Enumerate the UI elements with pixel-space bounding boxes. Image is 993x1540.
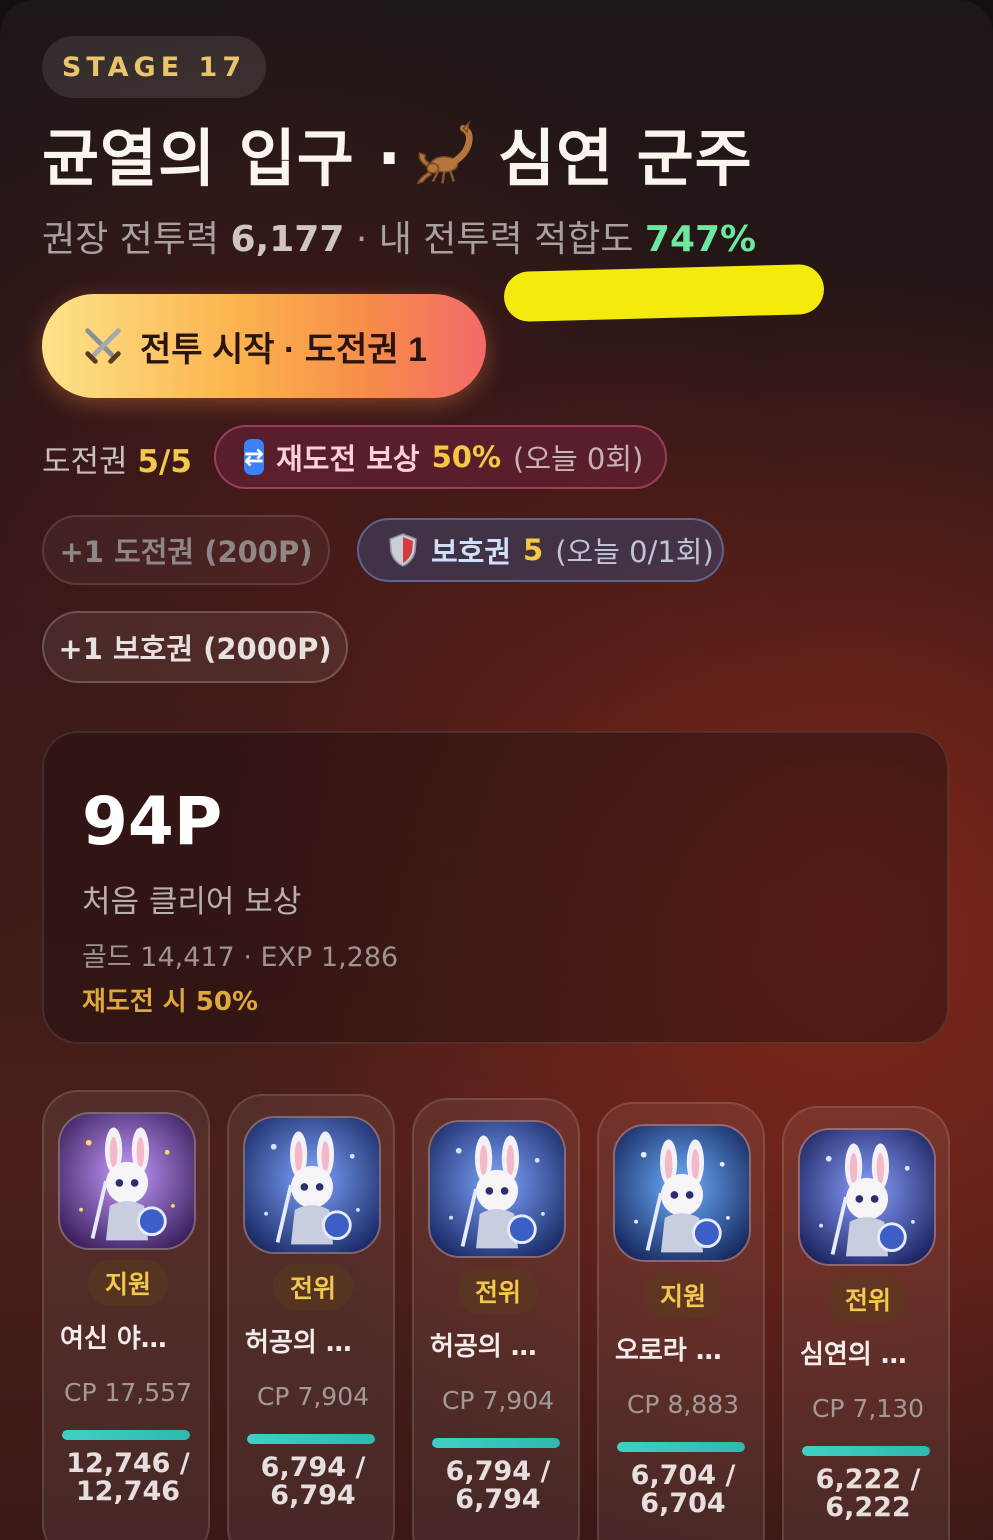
unit-card[interactable]: 전위허공의 … CP 7,904 6,794 /6,794 — [227, 1094, 395, 1540]
start-battle-label: 전투 시작 · 도전권 1 — [140, 330, 427, 369]
unit-hp-current: 6,794 / — [445, 1456, 551, 1487]
unit-hp-fill — [432, 1438, 560, 1448]
unit-name: 심연의 … — [800, 1340, 907, 1370]
reward-label: 처음 클리어 보상 — [82, 884, 302, 920]
unit-combat-power: CP 7,130 — [811, 1394, 925, 1423]
unit-hp-fill — [247, 1434, 375, 1444]
marker-highlight — [503, 263, 825, 323]
reward-points: 94P — [82, 783, 223, 860]
unit-card[interactable]: 전위심연의 … CP 7,130 6,222 /6,222 — [782, 1106, 950, 1540]
unit-name: 허공의 … — [245, 1328, 352, 1358]
unit-hp-text: 6,222 /6,222 — [784, 1466, 952, 1522]
recommended-power-value: 6,177 — [230, 219, 345, 260]
title-location: 균열의 입구 · — [42, 122, 402, 195]
unit-hp-fill — [802, 1446, 930, 1456]
unit-card[interactable]: 지원여신 야… CP 17,557 12,746 /12,746 — [42, 1090, 210, 1540]
unit-portrait — [58, 1112, 196, 1250]
unit-name: 여신 야… — [60, 1324, 167, 1354]
unit-hp-current: 12,746 / — [66, 1448, 190, 1479]
retry-reward-note: (오늘 0회) — [513, 442, 644, 476]
start-battle-button[interactable]: 전투 시작 · 도전권 1 — [42, 294, 486, 398]
buy-shield-label: +1 보호권 (2000P) — [58, 632, 332, 666]
bunny-knight-icon — [800, 1130, 934, 1264]
scorpion-icon — [412, 115, 488, 191]
ticket-value: 5/5 — [137, 444, 192, 480]
fit-value: 747% — [644, 219, 757, 260]
unit-combat-power: CP 7,904 — [441, 1386, 555, 1415]
unit-portrait — [428, 1120, 566, 1258]
buy-ticket-button[interactable]: +1 도전권 (200P) — [42, 515, 330, 585]
buy-shield-button[interactable]: +1 보호권 (2000P) — [42, 611, 348, 683]
unit-hp-max: 6,704 — [640, 1488, 726, 1519]
unit-hp-text: 12,746 /12,746 — [44, 1450, 212, 1506]
unit-portrait — [243, 1116, 381, 1254]
unit-hp-max: 6,222 — [825, 1492, 911, 1523]
unit-hp-bar — [617, 1442, 745, 1452]
repeat-icon: ⇄ — [244, 439, 265, 475]
party-units: 지원여신 야… CP 17,557 12,746 /12,746 전위허공의 … CP … — [42, 1090, 952, 1540]
unit-hp-max: 6,794 — [270, 1480, 356, 1511]
shield-badge: 보호권 5 (오늘 0/1회) — [357, 518, 724, 582]
unit-hp-text: 6,704 /6,704 — [599, 1462, 767, 1518]
unit-hp-current: 6,704 / — [630, 1460, 736, 1491]
battle-stage-screen: STAGE 17 균열의 입구 · 심연 군주 권장 전투력 6,177 · 내… — [0, 0, 993, 1540]
unit-hp-max: 6,794 — [455, 1484, 541, 1515]
recommended-power-label: 권장 전투력 — [42, 219, 220, 260]
crossed-swords-icon — [85, 328, 121, 364]
bunny-knight-icon — [615, 1126, 749, 1260]
page-title: 균열의 입구 · 심연 군주 — [42, 108, 753, 198]
unit-hp-text: 6,794 /6,794 — [229, 1454, 397, 1510]
buy-ticket-label: +1 도전권 (200P) — [59, 535, 313, 569]
unit-role-badge: 전위 — [273, 1264, 353, 1310]
unit-hp-current: 6,222 / — [815, 1464, 921, 1495]
unit-hp-text: 6,794 /6,794 — [414, 1458, 582, 1514]
bunny-knight-icon — [430, 1122, 564, 1256]
unit-hp-bar — [62, 1430, 190, 1440]
shield-label: 보호권 — [431, 535, 512, 569]
retry-reward-badge: ⇄ 재도전 보상 50% (오늘 0회) — [214, 425, 667, 489]
unit-role-badge: 전위 — [828, 1276, 908, 1322]
unit-hp-max: 12,746 — [75, 1476, 181, 1507]
unit-hp-bar — [247, 1434, 375, 1444]
reward-retry-note: 재도전 시 50% — [82, 987, 259, 1017]
shield-value: 5 — [523, 533, 544, 567]
stage-badge: STAGE 17 — [42, 36, 266, 98]
unit-card[interactable]: 지원오로라 … CP 8,883 6,704 /6,704 — [597, 1102, 765, 1540]
unit-role-badge: 지원 — [643, 1272, 723, 1318]
unit-combat-power: CP 17,557 — [64, 1378, 192, 1407]
retry-reward-value: 50% — [431, 440, 502, 474]
reward-detail: 골드 14,417 · EXP 1,286 — [82, 942, 399, 973]
stage-label: STAGE 17 — [61, 51, 247, 83]
unit-role-badge: 전위 — [458, 1268, 538, 1314]
unit-hp-fill — [617, 1442, 745, 1452]
unit-hp-bar — [802, 1446, 930, 1456]
unit-name: 오로라 … — [615, 1336, 722, 1366]
ticket-label: 도전권 — [42, 444, 128, 480]
unit-card[interactable]: 전위허공의 … CP 7,904 6,794 /6,794 — [412, 1098, 580, 1540]
shield-note: (오늘 0/1회) — [555, 535, 714, 569]
unit-portrait — [798, 1128, 936, 1266]
unit-portrait — [613, 1124, 751, 1262]
power-info: 권장 전투력 6,177 · 내 전투력 적합도 747% — [42, 210, 756, 262]
unit-combat-power: CP 7,904 — [256, 1382, 370, 1411]
bunny-knight-icon — [60, 1114, 194, 1248]
unit-hp-fill — [62, 1430, 190, 1440]
unit-combat-power: CP 8,883 — [626, 1390, 740, 1419]
unit-hp-bar — [432, 1438, 560, 1448]
unit-role-badge: 지원 — [88, 1260, 168, 1306]
first-clear-reward-card: 94P 처음 클리어 보상 골드 14,417 · EXP 1,286 재도전 … — [42, 731, 949, 1044]
unit-name: 허공의 … — [430, 1332, 537, 1362]
retry-reward-label: 재도전 보상 — [276, 442, 420, 476]
title-boss: 심연 군주 — [497, 122, 753, 195]
bunny-knight-icon — [245, 1118, 379, 1252]
ticket-count: 도전권 5/5 — [42, 436, 192, 481]
shield-icon — [387, 532, 419, 568]
fit-label: · 내 전투력 적합도 — [355, 219, 634, 260]
unit-hp-current: 6,794 / — [260, 1452, 366, 1483]
